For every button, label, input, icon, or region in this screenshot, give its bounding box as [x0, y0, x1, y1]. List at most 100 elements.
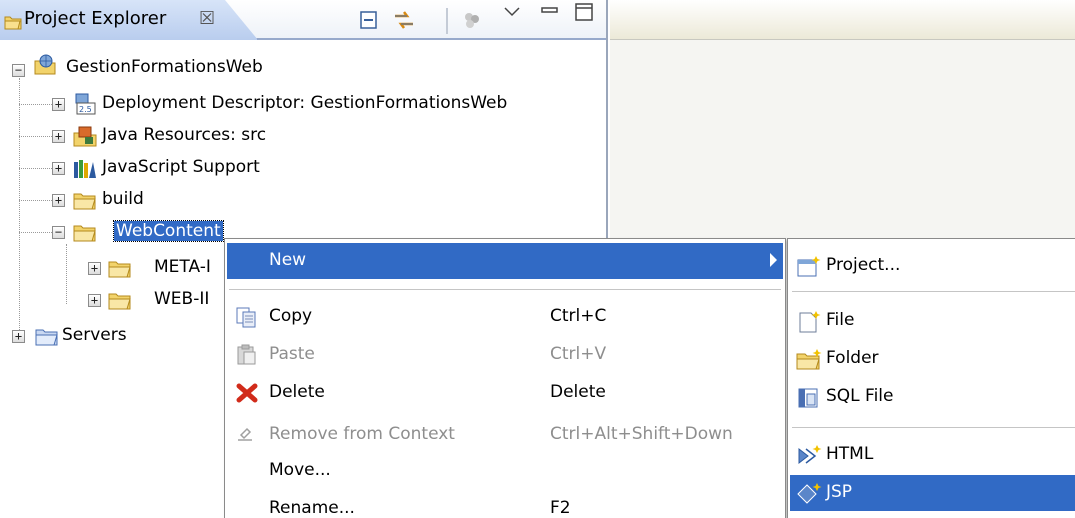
menu-separator — [792, 291, 1075, 292]
web-project-icon — [34, 54, 56, 75]
expand-toggle[interactable]: + — [52, 194, 65, 207]
menu-item-label: Move... — [269, 460, 331, 480]
menu-item-shortcut: Delete — [550, 382, 606, 402]
expand-toggle[interactable]: + — [52, 130, 65, 143]
menu-item-move[interactable]: Move... — [227, 453, 783, 489]
expand-toggle[interactable]: + — [52, 162, 65, 175]
menu-item-label: Remove from Context — [269, 424, 455, 444]
expand-toggle[interactable]: + — [88, 294, 101, 307]
tree-item-meta-inf[interactable]: + META-I — [0, 252, 230, 284]
tab-project-explorer[interactable]: Project Explorer ☒ — [0, 0, 258, 40]
menu-item-label: Delete — [269, 382, 325, 402]
minimize-icon[interactable] — [538, 0, 566, 28]
submenu-item-label: HTML — [826, 444, 874, 464]
folder-icon — [35, 329, 58, 346]
new-jsp-icon — [797, 483, 822, 504]
menu-item-shortcut: Ctrl+V — [550, 344, 607, 364]
menu-item-rename[interactable]: Rename... F2 — [227, 491, 783, 518]
new-project-icon — [797, 256, 821, 277]
filter-icon[interactable] — [458, 6, 486, 34]
expand-toggle[interactable]: + — [52, 98, 65, 111]
folder-icon — [108, 293, 131, 310]
menu-item-shortcut: Ctrl+C — [550, 306, 607, 326]
menu-item-paste[interactable]: Paste Ctrl+V — [227, 337, 783, 373]
folder-icon — [73, 193, 96, 210]
folder-icon — [108, 261, 131, 278]
view-tab-bar: Project Explorer ☒ — [0, 0, 606, 40]
collapse-toggle[interactable]: − — [12, 64, 25, 77]
menu-item-label: New — [269, 250, 307, 270]
eclipse-window: Project Explorer ☒ − GestionFormationsWe… — [0, 0, 1075, 518]
collapse-all-icon[interactable] — [354, 6, 382, 34]
tree-item-label: build — [102, 189, 144, 209]
new-file-icon — [799, 311, 821, 333]
version-badge: 2.5 — [79, 105, 92, 114]
submenu-item-jsp[interactable]: JSP — [790, 475, 1075, 511]
tree-item-label: WebContent — [113, 220, 224, 242]
tree-item-servers[interactable]: + Servers — [0, 320, 230, 352]
menu-item-new[interactable]: New — [227, 243, 783, 279]
submenu-item-label: Folder — [826, 348, 879, 368]
tree-item-label: JavaScript Support — [102, 157, 260, 177]
tree-item-javascript-support[interactable]: + JavaScript Support — [0, 152, 600, 184]
expand-toggle[interactable]: + — [88, 262, 101, 275]
sql-file-icon — [798, 388, 818, 408]
new-submenu: Project... File Folder SQL File HTML JSP — [787, 238, 1075, 518]
submenu-item-sql-file[interactable]: SQL File — [790, 379, 1075, 415]
tree-guide — [19, 232, 52, 233]
tree-guide — [19, 136, 52, 137]
tree-item-label: Deployment Descriptor: GestionFormations… — [102, 93, 508, 113]
java-resources-icon — [73, 126, 97, 147]
new-html-icon — [798, 445, 822, 465]
tree-guide — [19, 104, 52, 105]
remove-from-context-icon — [238, 427, 252, 441]
menu-item-label: Rename... — [269, 498, 355, 518]
menu-item-shortcut: Ctrl+Alt+Shift+Down — [550, 424, 733, 444]
submenu-item-html[interactable]: HTML — [790, 437, 1075, 473]
submenu-item-project[interactable]: Project... — [790, 248, 1075, 284]
menu-item-copy[interactable]: Copy Ctrl+C — [227, 299, 783, 335]
menu-separator — [792, 427, 1075, 428]
tree-item-label: WEB-II — [154, 289, 210, 309]
tree-item-label: Servers — [62, 325, 127, 345]
expand-toggle[interactable]: + — [12, 330, 25, 343]
folder-open-icon — [4, 16, 22, 30]
view-menu-icon[interactable] — [500, 0, 528, 28]
menu-item-label: Copy — [269, 306, 313, 326]
delete-icon — [236, 383, 258, 403]
tab-project-explorer-label: Project Explorer — [24, 8, 167, 29]
tree-guide — [19, 168, 52, 169]
tree-guide — [19, 200, 52, 201]
tree-item-label: GestionFormationsWeb — [66, 57, 263, 77]
tree-item-label: Java Resources: src — [102, 125, 267, 145]
maximize-icon[interactable] — [572, 0, 600, 28]
menu-item-label: Paste — [269, 344, 315, 364]
submenu-arrow-icon — [770, 253, 777, 267]
paste-icon — [237, 344, 256, 365]
javascript-library-icon — [74, 160, 96, 178]
submenu-item-folder[interactable]: Folder — [790, 341, 1075, 377]
folder-open-icon — [73, 225, 96, 242]
link-with-editor-icon[interactable] — [390, 6, 418, 34]
tree-item-deployment-descriptor[interactable]: + 2.5 Deployment Descriptor: GestionForm… — [0, 88, 600, 120]
tree-item-build[interactable]: + build — [0, 184, 600, 216]
context-menu: New Copy Ctrl+C Paste Ctrl+V Delete Dele… — [224, 238, 786, 518]
menu-item-remove-from-context[interactable]: Remove from Context Ctrl+Alt+Shift+Down — [227, 417, 783, 453]
submenu-item-label: SQL File — [826, 386, 894, 406]
tree-item-label: META-I — [154, 257, 211, 277]
collapse-toggle[interactable]: − — [52, 226, 65, 239]
menu-item-delete[interactable]: Delete Delete — [227, 375, 783, 411]
tree-item-java-resources[interactable]: + Java Resources: src — [0, 120, 600, 152]
submenu-item-label: JSP — [826, 482, 853, 502]
deployment-descriptor-icon: 2.5 — [75, 93, 96, 115]
new-folder-icon — [796, 349, 822, 370]
copy-icon — [236, 307, 256, 328]
submenu-item-label: File — [826, 310, 855, 330]
submenu-item-file[interactable]: File — [790, 303, 1075, 339]
editor-area-header — [610, 0, 1075, 40]
tree-item-project[interactable]: − GestionFormationsWeb — [0, 54, 600, 86]
close-icon[interactable]: ☒ — [199, 8, 215, 29]
tree-item-web-inf[interactable]: + WEB-II — [0, 284, 230, 316]
menu-item-shortcut: F2 — [550, 498, 571, 518]
menu-separator — [229, 289, 781, 290]
